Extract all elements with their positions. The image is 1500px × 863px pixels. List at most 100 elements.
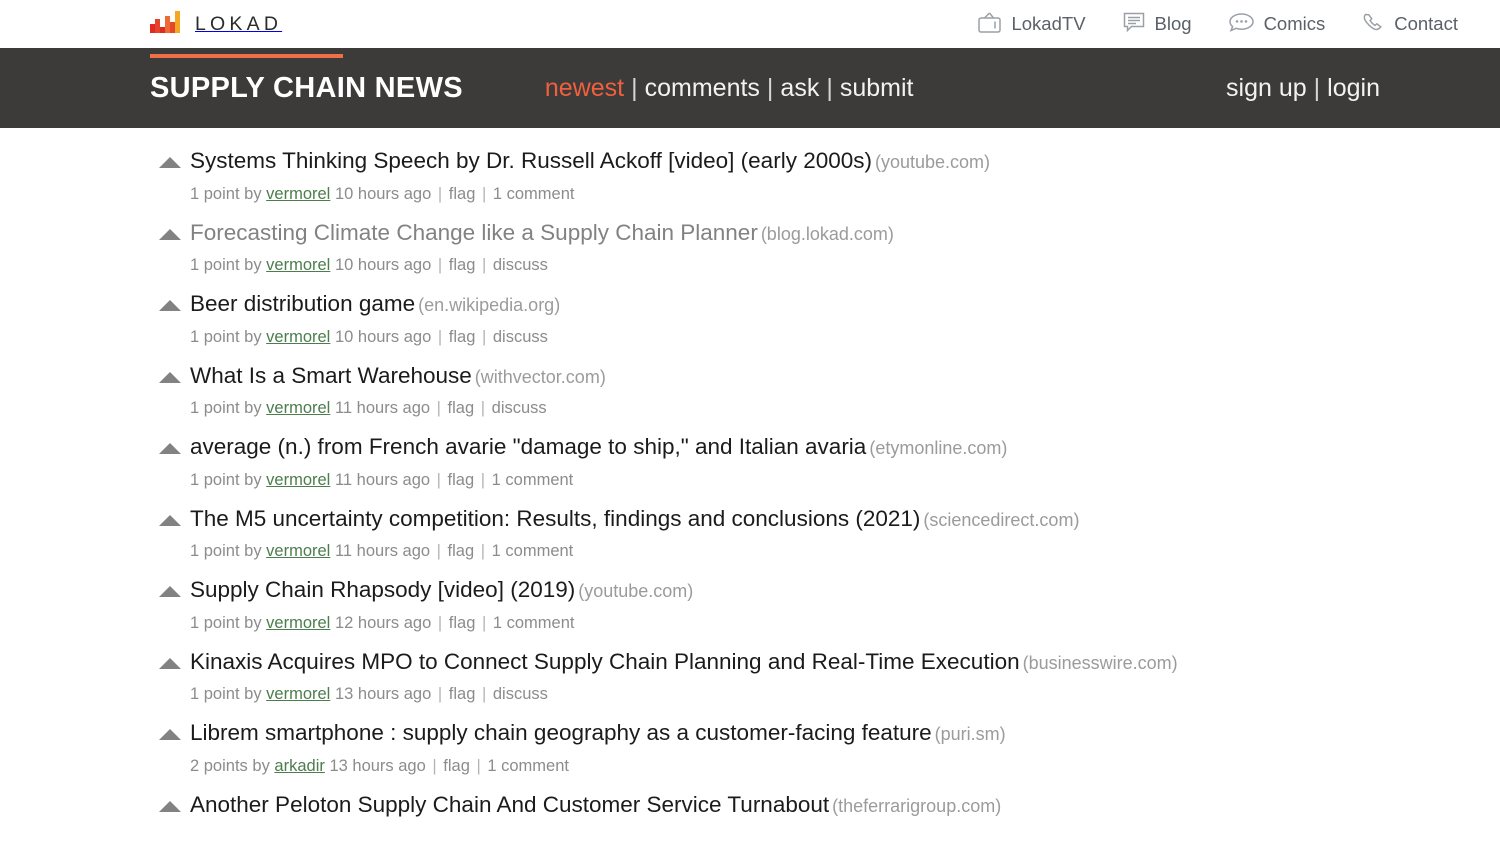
story-row-7: Supply Chain Rhapsody [video] (2019)(you… (150, 577, 1500, 649)
story-row-10: Another Peloton Supply Chain And Custome… (150, 792, 1500, 863)
story-author-link[interactable]: vermorel (266, 685, 330, 703)
story-flag-link[interactable]: flag (449, 685, 476, 703)
upvote-arrow-icon[interactable] (159, 586, 181, 597)
story-author-link[interactable]: vermorel (266, 328, 330, 346)
lokad-home-link[interactable]: LOKAD (150, 11, 282, 37)
top-nav-item-lokadtv[interactable]: LokadTV (977, 10, 1085, 39)
story-title-link[interactable]: What Is a Smart Warehouse (190, 363, 472, 388)
story-author-link[interactable]: vermorel (266, 471, 330, 489)
story-title-line: Librem smartphone : supply chain geograp… (190, 720, 1500, 745)
story-flag-link[interactable]: flag (443, 757, 470, 775)
story-flag-link[interactable]: flag (449, 256, 476, 274)
story-body: average (n.) from French avarie "damage … (190, 434, 1500, 506)
upvote-arrow-icon[interactable] (159, 157, 181, 168)
vote-cell (150, 577, 190, 597)
upvote-arrow-icon[interactable] (159, 372, 181, 383)
subtext-separator: | (436, 328, 444, 346)
story-title-line: Kinaxis Acquires MPO to Connect Supply C… (190, 649, 1500, 674)
story-by-label: by (244, 471, 261, 489)
story-points: 1 point (190, 685, 240, 703)
upvote-arrow-icon[interactable] (159, 300, 181, 311)
subtext-separator: | (480, 328, 488, 346)
nav-separator: | (819, 74, 840, 103)
subtext-separator: | (435, 399, 443, 417)
story-author-link[interactable]: vermorel (266, 256, 330, 274)
story-comments-link[interactable]: discuss (493, 328, 548, 346)
top-nav-item-comics[interactable]: Comics (1228, 10, 1326, 39)
nav-item-submit[interactable]: submit (840, 74, 914, 103)
story-subtext: 1 point by vermorel 11 hours ago | flag … (190, 542, 1500, 561)
story-flag-link[interactable]: flag (449, 328, 476, 346)
story-subtext: 1 point by vermorel 10 hours ago | flag … (190, 328, 1500, 347)
top-nav-item-blog[interactable]: Blog (1122, 10, 1192, 39)
page-title: SUPPLY CHAIN NEWS (150, 72, 463, 105)
story-domain: (businesswire.com) (1023, 653, 1178, 673)
story-flag-link[interactable]: flag (448, 399, 475, 417)
story-by-label: by (244, 185, 261, 203)
speech-bubble-icon (1228, 10, 1255, 39)
story-comments-link[interactable]: discuss (493, 256, 548, 274)
upvote-arrow-icon[interactable] (159, 658, 181, 669)
nav-item-newest[interactable]: newest (545, 74, 624, 103)
story-body: The M5 uncertainty competition: Results,… (190, 506, 1500, 578)
story-title-link[interactable]: Beer distribution game (190, 291, 415, 316)
story-flag-link[interactable]: flag (449, 185, 476, 203)
subtext-separator: | (480, 614, 488, 632)
top-nav: LokadTV Blog Com (977, 10, 1458, 39)
upvote-arrow-icon[interactable] (159, 443, 181, 454)
subtext-separator: | (480, 185, 488, 203)
story-by-label: by (244, 614, 261, 632)
story-row-2: Forecasting Climate Change like a Supply… (150, 220, 1500, 292)
story-title-line: average (n.) from French avarie "damage … (190, 434, 1500, 459)
sign-up-link[interactable]: sign up (1226, 74, 1307, 102)
story-author-link[interactable]: vermorel (266, 542, 330, 560)
story-flag-link[interactable]: flag (449, 614, 476, 632)
story-subtext: 1 point by vermorel 12 hours ago | flag … (190, 614, 1500, 633)
story-title-link[interactable]: Kinaxis Acquires MPO to Connect Supply C… (190, 649, 1020, 674)
story-comments-link[interactable]: 1 comment (492, 542, 574, 560)
upvote-arrow-icon[interactable] (159, 515, 181, 526)
story-subtext: 1 point by vermorel 10 hours ago | flag … (190, 256, 1500, 275)
story-by-label: by (244, 685, 261, 703)
story-title-link[interactable]: average (n.) from French avarie "damage … (190, 434, 866, 459)
story-domain: (blog.lokad.com) (761, 224, 894, 244)
story-comments-link[interactable]: discuss (493, 685, 548, 703)
subtext-separator: | (436, 685, 444, 703)
story-author-link[interactable]: vermorel (266, 399, 330, 417)
top-nav-item-contact[interactable]: Contact (1361, 10, 1458, 39)
auth-nav: sign up|login (1226, 74, 1380, 103)
story-title-link[interactable]: Forecasting Climate Change like a Supply… (190, 220, 758, 245)
subtext-separator: | (479, 542, 487, 560)
upvote-arrow-icon[interactable] (159, 801, 181, 812)
story-author-link[interactable]: vermorel (266, 185, 330, 203)
nav-separator: | (760, 74, 781, 103)
story-title-link[interactable]: The M5 uncertainty competition: Results,… (190, 506, 920, 531)
story-comments-link[interactable]: 1 comment (487, 757, 569, 775)
story-comments-link[interactable]: 1 comment (493, 185, 575, 203)
story-author-link[interactable]: vermorel (266, 614, 330, 632)
story-author-link[interactable]: arkadir (274, 757, 324, 775)
story-row-8: Kinaxis Acquires MPO to Connect Supply C… (150, 649, 1500, 721)
story-flag-link[interactable]: flag (448, 542, 475, 560)
subtext-separator: | (435, 542, 443, 560)
nav-item-ask[interactable]: ask (780, 74, 819, 103)
story-comments-link[interactable]: 1 comment (493, 614, 575, 632)
upvote-arrow-icon[interactable] (159, 229, 181, 240)
story-comments-link[interactable]: discuss (492, 399, 547, 417)
story-title-link[interactable]: Librem smartphone : supply chain geograp… (190, 720, 932, 745)
upvote-arrow-icon[interactable] (159, 729, 181, 740)
story-row-4: What Is a Smart Warehouse(withvector.com… (150, 363, 1500, 435)
top-nav-label: Contact (1394, 13, 1458, 35)
top-nav-label: LokadTV (1011, 13, 1085, 35)
nav-item-comments[interactable]: comments (645, 74, 760, 103)
story-subtext: 1 point by vermorel 13 hours ago | flag … (190, 685, 1500, 704)
vote-cell (150, 363, 190, 383)
story-flag-link[interactable]: flag (448, 471, 475, 489)
vote-cell (150, 148, 190, 168)
story-title-link[interactable]: Supply Chain Rhapsody [video] (2019) (190, 577, 575, 602)
story-comments-link[interactable]: 1 comment (492, 471, 574, 489)
login-link[interactable]: login (1327, 74, 1380, 102)
subtext-separator: | (436, 185, 444, 203)
story-title-link[interactable]: Systems Thinking Speech by Dr. Russell A… (190, 148, 872, 173)
story-title-link[interactable]: Another Peloton Supply Chain And Custome… (190, 792, 829, 817)
